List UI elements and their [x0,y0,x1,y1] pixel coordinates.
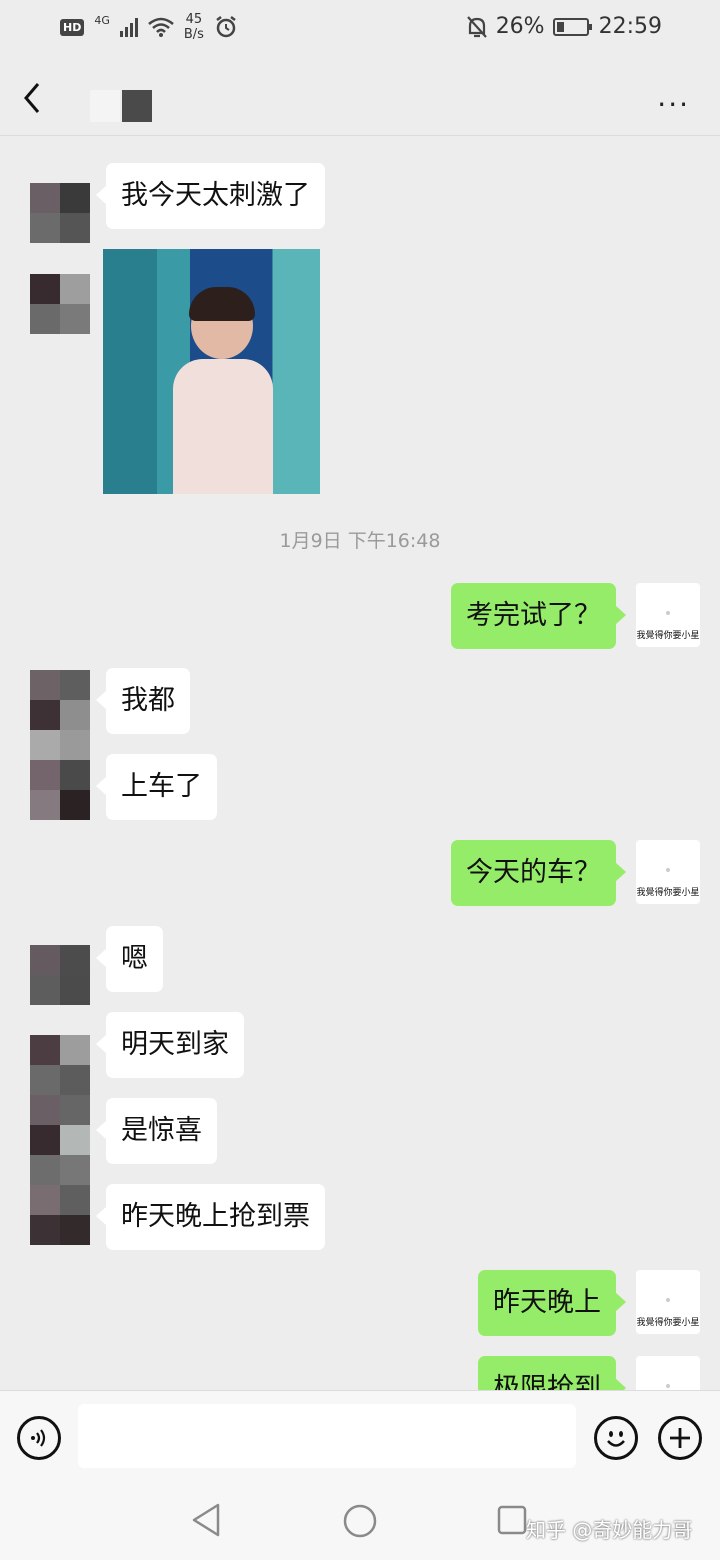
message-bubble-outgoing[interactable]: 今天的车？ [451,840,626,906]
message-bubble-incoming[interactable]: 上车了 [96,754,217,820]
message-image[interactable] [103,249,320,494]
chevron-left-icon[interactable] [18,78,54,118]
self-avatar-caption: 我覺得你要小星 [636,631,700,641]
chat-message-list[interactable]: 我今天太刺激了 1月9日 下午16:48 考完试了？ 我覺得你要小星 我都 上车… [0,137,720,1390]
message-input-bar [0,1390,720,1484]
self-avatar[interactable]: 我覺得你要小星 [636,840,700,904]
message-bubble-incoming[interactable]: 是惊喜 [96,1098,217,1164]
wifi-icon [148,17,174,37]
voice-waves-icon [31,1429,46,1447]
battery-icon [552,17,592,36]
smiley-face-icon [607,1431,625,1447]
clock: 22:59 [598,14,662,39]
battery-percent: 26% [495,14,545,39]
system-navigation-bar: 知乎 @奇妙能力哥 [0,1484,720,1560]
status-bar: HD 4G 45 B/s 26% 22:59 [0,0,720,60]
recent-apps-square-icon[interactable] [496,1504,528,1536]
contact-avatar[interactable] [30,670,90,820]
network-speed: 45 B/s [184,12,204,42]
mute-bell-icon [466,15,487,38]
watermark: 知乎 @奇妙能力哥 [526,1518,693,1542]
back-triangle-icon[interactable] [190,1502,222,1538]
contact-avatar[interactable] [30,183,90,243]
alarm-icon [216,16,236,38]
plus-sign-icon [670,1428,690,1448]
contact-avatar[interactable] [30,1035,90,1245]
speed-unit: B/s [183,27,204,42]
contact-avatar[interactable] [30,945,90,1005]
signal-icon [119,17,138,37]
message-bubble-outgoing[interactable]: 昨天晚上 [478,1270,626,1336]
home-circle-icon[interactable] [342,1503,378,1539]
message-bubble-outgoing[interactable]: 考完试了？ [451,583,626,649]
message-input[interactable] [78,1404,576,1468]
self-avatar-caption: 我覺得你要小星 [636,1318,700,1328]
self-avatar-caption: 我覺得你要小星 [636,888,700,898]
speed-value: 45 [185,12,203,27]
message-bubble-incoming[interactable]: 嗯 [96,926,163,992]
message-bubble-incoming[interactable]: 我都 [96,668,190,734]
self-avatar[interactable]: 我覺得你要小星 [636,1270,700,1334]
contact-name-blurred-2 [122,90,152,122]
network-type: 4G [94,13,110,27]
self-avatar[interactable]: 我覺得你要小星 [636,583,700,647]
message-bubble-incoming[interactable]: 昨天晚上抢到票 [96,1184,325,1250]
plus-icon[interactable] [658,1416,702,1460]
message-bubble-incoming[interactable]: 我今天太刺激了 [96,163,325,229]
chat-header: ··· [0,60,720,136]
more-options-button[interactable]: ··· [657,88,690,121]
contact-name-blurred [90,90,120,122]
contact-avatar[interactable] [30,274,90,334]
hd-badge: HD [60,18,85,36]
message-bubble-incoming[interactable]: 明天到家 [96,1012,244,1078]
emoji-icon[interactable] [594,1416,638,1460]
voice-icon[interactable] [17,1416,61,1460]
message-bubble-outgoing[interactable]: 极限抢到 [478,1356,626,1390]
message-timestamp: 1月9日 下午16:48 [279,530,441,552]
self-avatar[interactable] [636,1356,700,1390]
